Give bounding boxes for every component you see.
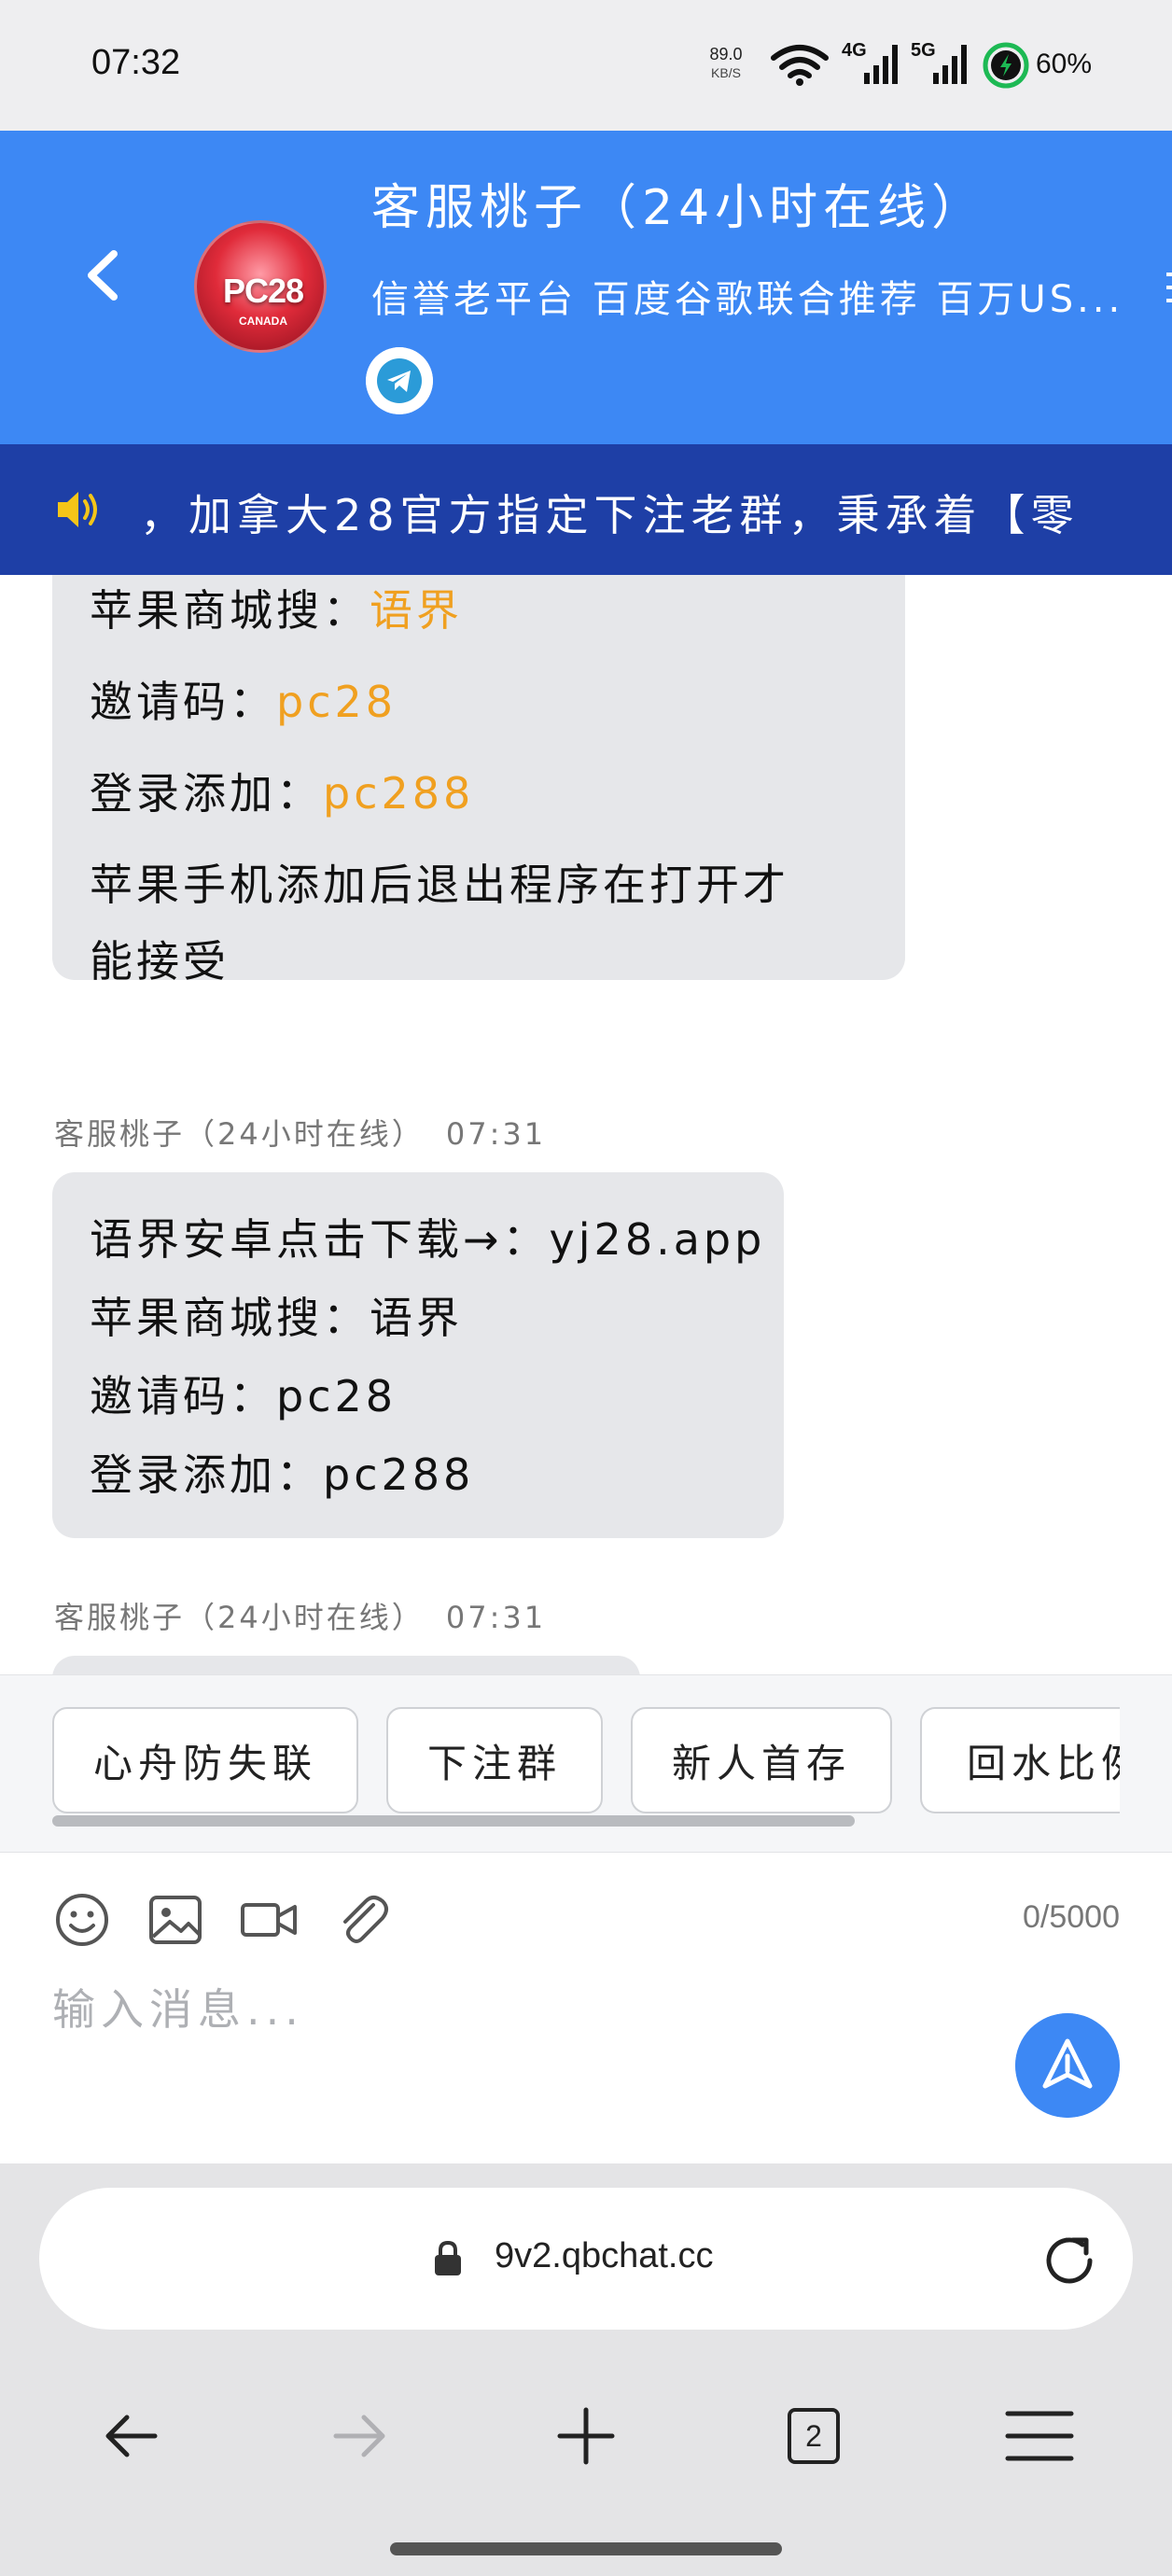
signal-5g-icon: 5G	[911, 40, 967, 84]
avatar[interactable]: PC28 CANADA	[194, 220, 327, 353]
menu-icon[interactable]	[1000, 2397, 1079, 2475]
telegram-icon[interactable]	[366, 347, 433, 414]
video-icon[interactable]	[239, 1890, 299, 1950]
message-line: 能接受	[90, 936, 230, 987]
quick-reply-button[interactable]: 心舟防失联	[52, 1707, 358, 1813]
chat-header: PC28 CANADA 客服桃子（24小时在线） 信誉老平台 百度谷歌联合推荐 …	[0, 131, 1172, 444]
message-line: 苹果手机添加后退出程序在打开才	[90, 860, 789, 910]
lock-icon	[435, 2240, 461, 2275]
new-tab-button[interactable]	[547, 2397, 625, 2475]
char-count: 0/5000	[1023, 1899, 1120, 1935]
sender-name: 客服桃子（24小时在线）	[54, 1116, 425, 1152]
status-bar: 07:32 89.0 KB/S 4G 5G 60%	[0, 0, 1172, 131]
home-indicator[interactable]	[390, 2542, 782, 2555]
tabs-button[interactable]: 2	[774, 2397, 853, 2475]
speaker-icon	[58, 492, 97, 527]
browser-toolbar: 9v2.qbchat.cc 2	[0, 2163, 1172, 2576]
message-bubble: 语界安卓点击下载→：yj28.app 苹果商城搜：语界 邀请码：pc28 登录添…	[52, 1172, 784, 1538]
message-meta: 客服桃子（24小时在线） 07:31	[54, 1111, 546, 1154]
image-icon[interactable]	[146, 1890, 205, 1950]
message-composer: 0/5000	[0, 1852, 1172, 2163]
send-button[interactable]	[1015, 2013, 1120, 2118]
message-line: 邀请码：pc28	[90, 1371, 398, 1421]
message-meta: 客服桃子（24小时在线） 07:31	[54, 1594, 546, 1637]
quick-reply-button[interactable]: 下注群	[386, 1707, 603, 1813]
browser-back-button[interactable]	[93, 2397, 172, 2475]
sender-name: 客服桃子（24小时在线）	[54, 1600, 425, 1635]
quick-reply-label: 回水比例	[967, 1740, 1120, 1786]
signal-4g-label: 4G	[842, 40, 867, 61]
more-icon[interactable]	[1165, 269, 1172, 306]
message-line: 语界安卓点击下载→：yj28.app	[90, 1214, 766, 1265]
emoji-icon[interactable]	[52, 1890, 112, 1950]
accent-value: 语界	[370, 585, 463, 636]
announcement-bar[interactable]: ，加拿大28官方指定下注老群，秉承着【零	[0, 444, 1172, 575]
battery-charging-icon	[983, 42, 1029, 89]
message-bubble	[52, 1656, 640, 1674]
message-bubble: 苹果商城搜：语界 邀请码：pc28 登录添加：pc288 苹果手机添加后退出程序…	[52, 575, 905, 987]
message-input[interactable]	[52, 1972, 948, 2047]
accent-value: pc288	[323, 768, 475, 819]
signal-5g-label: 5G	[911, 40, 936, 61]
message-line: 登录添加：pc288	[90, 1449, 475, 1500]
back-button[interactable]	[75, 243, 131, 308]
message-line: 邀请码：pc28	[90, 677, 398, 727]
url-text: 9v2.qbchat.cc	[495, 2236, 714, 2275]
browser-forward-button[interactable]	[319, 2397, 398, 2475]
announcement-text: ，加拿大28官方指定下注老群，秉承着【零	[140, 490, 1080, 540]
network-speed-unit: KB/S	[711, 65, 741, 80]
message-time: 07:31	[445, 1116, 547, 1152]
accent-value: pc28	[276, 677, 398, 727]
network-speed: 89.0 KB/S	[705, 45, 746, 82]
wifi-icon	[771, 45, 829, 86]
chat-title: 客服桃子（24小时在线）	[371, 180, 986, 236]
quick-reply-bar[interactable]: 心舟防失联 下注群 新人首存 回水比例	[0, 1674, 1172, 1852]
reload-button[interactable]	[1036, 2227, 1103, 2294]
message-line: 登录添加：pc288	[90, 768, 475, 819]
url-bar[interactable]: 9v2.qbchat.cc	[39, 2188, 1133, 2330]
attachment-icon[interactable]	[332, 1890, 392, 1950]
signal-4g-icon: 4G	[842, 40, 898, 84]
battery-percent: 60%	[1036, 49, 1093, 79]
avatar-logo-subtext: CANADA	[239, 315, 287, 328]
network-speed-value: 89.0	[709, 45, 743, 63]
chat-subtitle: 信誉老平台 百度谷歌联合推荐 百万US...	[371, 278, 1124, 321]
message-line: 苹果商城搜：语界	[90, 1293, 463, 1343]
quick-reply-scrollbar[interactable]	[52, 1815, 855, 1827]
quick-reply-button[interactable]: 新人首存	[631, 1707, 892, 1813]
tab-count: 2	[788, 2408, 840, 2464]
quick-reply-button[interactable]: 回水比例	[920, 1707, 1120, 1813]
avatar-logo-text: PC28	[222, 272, 304, 310]
message-time: 07:31	[445, 1600, 547, 1635]
message-list[interactable]: 苹果商城搜：语界 邀请码：pc28 登录添加：pc288 苹果手机添加后退出程序…	[0, 575, 1172, 1674]
status-time: 07:32	[91, 43, 181, 82]
message-line: 苹果商城搜：语界	[90, 585, 463, 636]
